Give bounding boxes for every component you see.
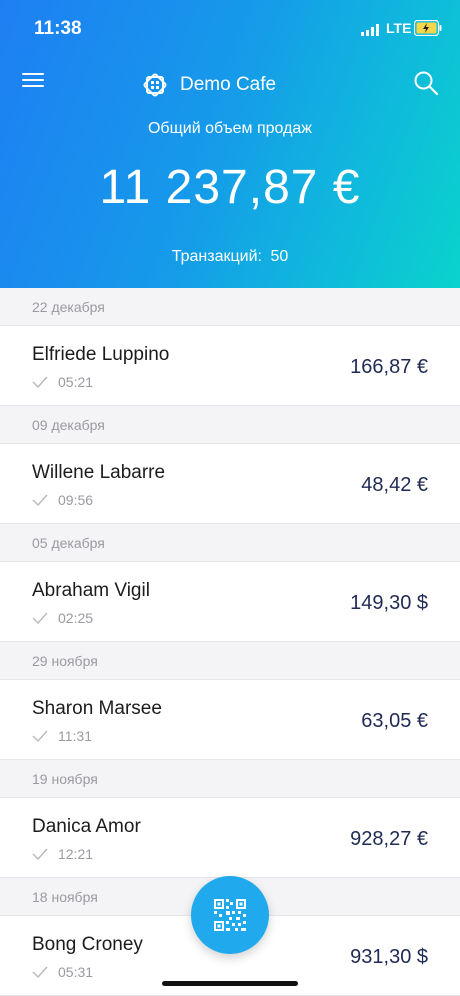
check-icon — [32, 848, 48, 860]
home-indicator — [162, 981, 298, 986]
transaction-row[interactable]: Elfriede Luppino 05:21 166,87 € — [0, 326, 460, 406]
transaction-time: 05:21 — [58, 374, 94, 390]
hamburger-menu-icon[interactable] — [22, 70, 46, 92]
transaction-time: 11:31 — [58, 728, 92, 744]
transactions-count-value: 50 — [270, 248, 289, 265]
signal-icon — [361, 24, 379, 36]
status-bar: 11:38 LTE — [0, 0, 460, 56]
transaction-meta: 09:56 — [32, 492, 93, 508]
check-icon — [32, 612, 48, 624]
transaction-time: 09:56 — [58, 492, 94, 508]
transaction-amount: 149,30 $ — [350, 592, 428, 614]
transaction-name: Bong Croney — [32, 934, 143, 955]
transaction-row[interactable]: Willene Labarre 09:56 48,42 € — [0, 444, 460, 524]
search-icon[interactable] — [413, 70, 439, 96]
transaction-amount: 928,27 € — [350, 828, 428, 850]
transaction-meta: 11:31 — [32, 728, 92, 744]
check-icon — [32, 494, 48, 506]
transaction-row[interactable]: Danica Amor 12:21 928,27 € — [0, 798, 460, 878]
total-sales-label: Общий объем продаж — [147, 120, 312, 137]
transaction-amount: 166,87 € — [350, 356, 428, 378]
date-header: 22 декабря — [0, 288, 460, 326]
transaction-meta: 12:21 — [32, 846, 93, 862]
battery-icon — [414, 20, 442, 36]
check-icon — [32, 966, 48, 978]
date-header: 09 декабря — [0, 406, 460, 444]
scan-qr-button[interactable] — [191, 876, 269, 954]
check-icon — [32, 376, 48, 388]
transaction-amount: 931,30 $ — [350, 946, 428, 968]
transaction-name: Elfriede Luppino — [32, 344, 170, 365]
brand-title: Demo Cafe — [180, 74, 277, 95]
network-type: LTE — [386, 20, 412, 36]
transaction-row[interactable]: Sharon Marsee 11:31 63,05 € — [0, 680, 460, 760]
date-header: 19 ноября — [0, 760, 460, 798]
qr-code-icon — [214, 899, 246, 931]
transaction-meta: 05:21 — [32, 374, 93, 390]
transaction-time: 02:25 — [58, 610, 94, 626]
transaction-name: Sharon Marsee — [32, 698, 162, 719]
transaction-meta: 02:25 — [32, 610, 93, 626]
sales-header: 11:38 LTE Demo Cafe Общий объем продаж 1… — [0, 0, 460, 288]
transaction-time: 05:31 — [58, 964, 94, 980]
transaction-name: Willene Labarre — [32, 462, 166, 483]
brand: Demo Cafe — [140, 68, 276, 102]
transaction-meta: 05:31 — [32, 964, 93, 980]
date-header: 05 декабря — [0, 524, 460, 562]
transaction-time: 12:21 — [58, 846, 94, 862]
transaction-name: Abraham Vigil — [32, 580, 150, 601]
date-header: 29 ноября — [0, 642, 460, 680]
transactions-count-label: Транзакций: — [171, 248, 262, 265]
transaction-row[interactable]: Abraham Vigil 02:25 149,30 $ — [0, 562, 460, 642]
status-time: 11:38 — [34, 18, 82, 39]
check-icon — [32, 730, 48, 742]
transactions-count: Транзакций: 50 — [0, 248, 460, 266]
transaction-amount: 63,05 € — [361, 710, 428, 732]
transaction-amount: 48,42 € — [361, 474, 428, 496]
transaction-name: Danica Amor — [32, 816, 141, 837]
total-sales-amount: 11 237,87 € — [99, 161, 361, 214]
cafe-logo-icon — [143, 73, 167, 97]
